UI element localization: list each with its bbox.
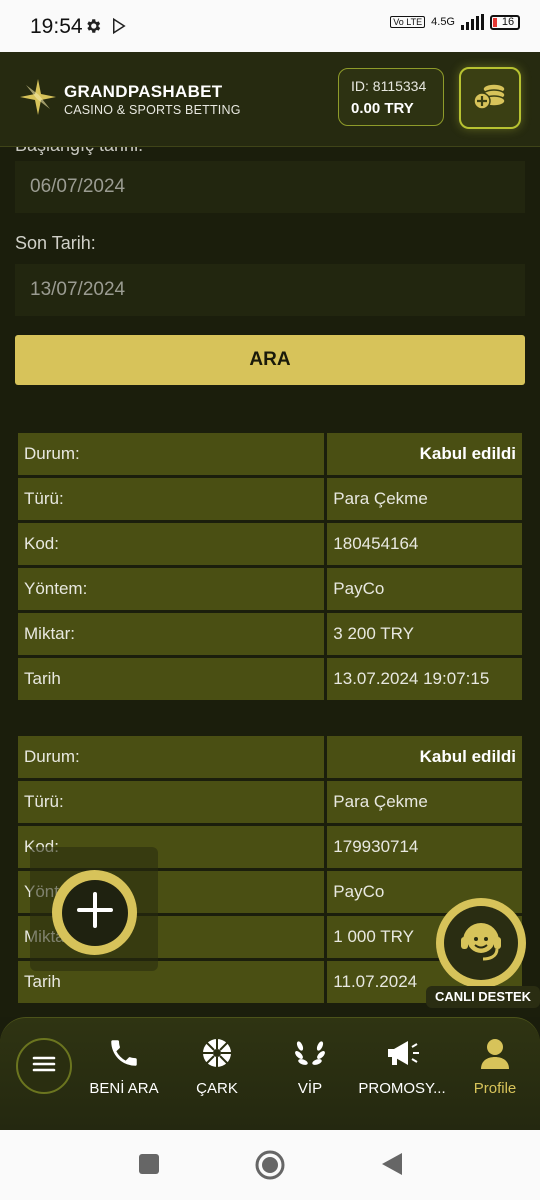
- table-row: Türü: Para Çekme: [18, 478, 522, 520]
- row-label: Durum:: [18, 736, 325, 778]
- clock: 19:54: [30, 15, 83, 38]
- laurel-icon: [293, 1038, 327, 1073]
- account-id: ID: 8115334: [351, 78, 427, 94]
- app-header: GRANDPASHABET CASINO & SPORTS BETTING ID…: [0, 52, 540, 147]
- nav-item-promotions[interactable]: PROMOSY...: [357, 1036, 447, 1097]
- hamburger-icon: [32, 1054, 56, 1079]
- home-icon[interactable]: [254, 1149, 286, 1186]
- code-value: 179930714: [327, 826, 522, 868]
- volte-icon: Vo LTE: [390, 16, 426, 28]
- nav-label: PROMOSY...: [358, 1080, 446, 1097]
- megaphone-icon: [384, 1038, 420, 1073]
- play-store-icon: [110, 17, 128, 40]
- account-box[interactable]: ID: 8115334 0.00 TRY: [338, 68, 444, 126]
- transaction-card: Durum:Kabul edildi Türü:Para Çekme Kod:1…: [15, 430, 525, 703]
- nav-item-call-me[interactable]: BENİ ARA: [79, 1036, 169, 1097]
- headset-agent-icon: [453, 913, 509, 974]
- amount-value: 3 200 TRY: [327, 613, 522, 655]
- row-label: Durum:: [18, 433, 325, 475]
- plus-icon: [75, 890, 115, 935]
- phone-icon: [107, 1036, 141, 1075]
- type-value: Para Çekme: [327, 781, 522, 823]
- deposit-button[interactable]: [459, 67, 521, 129]
- battery-level: 16: [501, 16, 515, 28]
- table-row: Durum: Kabul edildi: [18, 736, 522, 778]
- table-row: Miktar: 3 200 TRY: [18, 613, 522, 655]
- nav-label: ÇARK: [196, 1080, 238, 1097]
- table-row: Türü: Para Çekme: [18, 781, 522, 823]
- coins-icon: [472, 81, 508, 116]
- status-value: Kabul edildi: [327, 736, 522, 778]
- type-value: Para Çekme: [327, 478, 522, 520]
- date-value: 13.07.2024 19:07:15: [327, 658, 522, 700]
- table-row: Yöntem:PayCo: [18, 568, 522, 610]
- row-label: Yöntem:: [18, 568, 325, 610]
- nav-item-profile[interactable]: Profile: [450, 1036, 540, 1097]
- status-bar: 19:54 Vo LTE 4.5G 16: [0, 0, 540, 52]
- back-icon[interactable]: [380, 1151, 404, 1182]
- live-support-button[interactable]: [436, 898, 526, 988]
- start-date-input[interactable]: 06/07/2024: [15, 161, 525, 213]
- row-label: Türü:: [18, 781, 325, 823]
- brand-tagline: CASINO & SPORTS BETTING: [64, 103, 241, 117]
- end-date-input[interactable]: 13/07/2024: [15, 264, 525, 316]
- account-balance: 0.00 TRY: [351, 100, 414, 117]
- row-label: Türü:: [18, 478, 325, 520]
- system-nav-bar: [0, 1130, 540, 1200]
- row-label: Tarih: [18, 658, 325, 700]
- add-fab-button[interactable]: [52, 870, 137, 955]
- battery-icon: 16: [490, 14, 520, 30]
- status-value: Kabul edildi: [327, 433, 522, 475]
- nav-label: BENİ ARA: [89, 1080, 159, 1097]
- bottom-nav: BENİ ARA ÇARK VİP PROMOSY... Profile: [0, 1017, 540, 1131]
- wheel-icon: [201, 1037, 233, 1074]
- menu-button[interactable]: [16, 1038, 72, 1094]
- row-label: Kod:: [18, 523, 325, 565]
- row-label: Miktar:: [18, 613, 325, 655]
- code-value: 180454164: [327, 523, 522, 565]
- signal-icon: [461, 14, 484, 30]
- nav-label: Profile: [473, 1080, 517, 1097]
- gear-icon: [84, 17, 102, 40]
- start-date-label: Başlangıç tarihi:: [15, 147, 143, 156]
- nav-item-wheel[interactable]: ÇARK: [172, 1036, 262, 1097]
- user-icon: [479, 1037, 511, 1074]
- end-date-label: Son Tarih:: [15, 233, 96, 253]
- nav-label: VİP: [297, 1080, 323, 1097]
- table-row: Kod: 180454164: [18, 523, 522, 565]
- live-support-label[interactable]: CANLI DESTEK: [426, 986, 540, 1008]
- nav-item-vip[interactable]: VİP: [265, 1036, 355, 1097]
- table-row: Tarih 13.07.2024 19:07:15: [18, 658, 522, 700]
- brand-name[interactable]: GRANDPASHABET: [64, 82, 222, 102]
- method-value: PayCo: [327, 568, 522, 610]
- table-row: Durum: Kabul edildi: [18, 433, 522, 475]
- search-button[interactable]: ARA: [15, 335, 525, 385]
- logo-star-icon[interactable]: [18, 77, 58, 122]
- network-type: 4.5G: [431, 16, 455, 28]
- recents-icon[interactable]: [138, 1153, 160, 1180]
